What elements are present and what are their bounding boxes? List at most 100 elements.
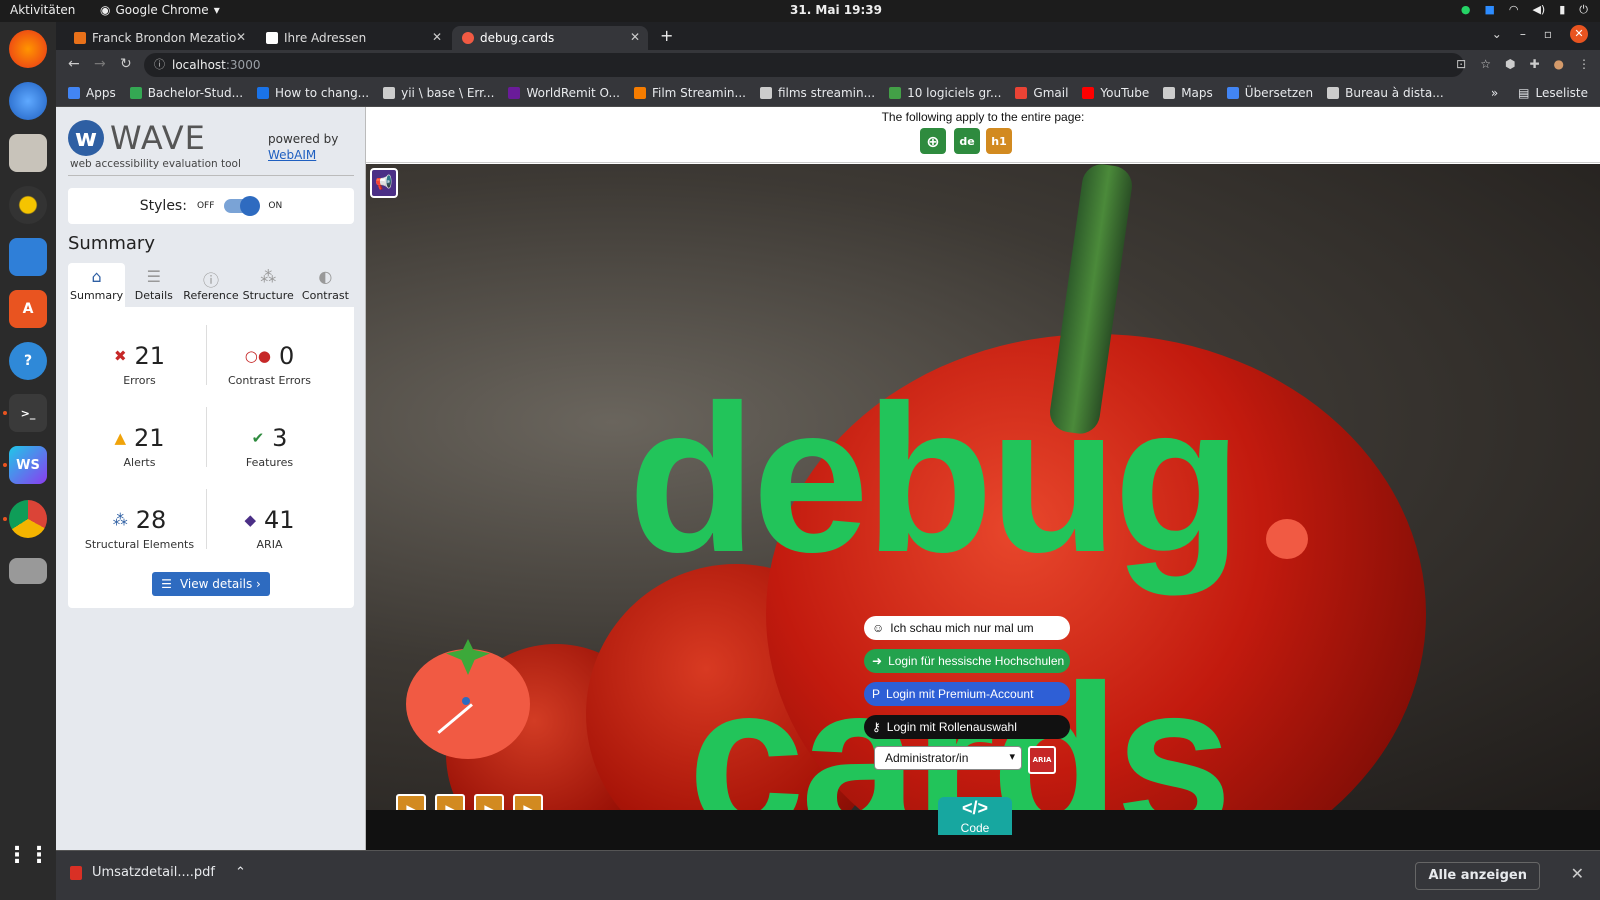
- view-details-button[interactable]: ☰ View details ›: [152, 572, 270, 596]
- tab-contrast[interactable]: ◐ Contrast: [297, 263, 354, 307]
- bookmark-item[interactable]: Film Streamin...: [633, 86, 746, 100]
- media-alert-icon[interactable]: ▶: [396, 794, 426, 810]
- power-icon[interactable]: ⏻: [1579, 3, 1588, 17]
- terminal-icon[interactable]: >_: [9, 394, 47, 432]
- chrome-dock-icon[interactable]: [9, 500, 47, 538]
- role-select[interactable]: Administrator/in ▾: [874, 746, 1022, 770]
- writer-icon[interactable]: [9, 238, 47, 276]
- volume-icon[interactable]: ◀): [1532, 3, 1545, 17]
- code-button[interactable]: </> Code: [938, 797, 1012, 835]
- media-alert-icon[interactable]: ▶: [513, 794, 543, 810]
- tab-details[interactable]: ☰ Details: [125, 263, 182, 307]
- bookmark-item[interactable]: Bachelor-Stud...: [129, 86, 243, 100]
- stat-contrast-errors[interactable]: ○● 0 Contrast Errors: [198, 342, 341, 387]
- bookmark-item[interactable]: yii \ base \ Err...: [383, 86, 494, 100]
- code-label: Code: [960, 821, 990, 835]
- tab-search-icon[interactable]: ⌄: [1492, 27, 1502, 41]
- bookmark-maps[interactable]: Maps: [1163, 86, 1213, 100]
- styles-toggle[interactable]: [224, 196, 261, 216]
- media-alert-icon[interactable]: ▶: [435, 794, 465, 810]
- bookmark-item[interactable]: WorldRemit O...: [508, 86, 620, 100]
- tomato-icon: [1266, 519, 1308, 559]
- stat-features[interactable]: ✔ 3 Features: [198, 424, 341, 469]
- bookmark-favicon: [257, 87, 270, 99]
- gmail-icon: [1015, 87, 1028, 99]
- tab-strip: Franck Brondon Mezatio ✕ Ihre Adressen ✕…: [56, 22, 1600, 50]
- chevron-up-icon[interactable]: ⌃: [235, 865, 246, 880]
- bookmark-item[interactable]: films streamin...: [759, 86, 875, 100]
- maximize-icon[interactable]: ▫: [1544, 27, 1552, 41]
- bookmark-apps[interactable]: Apps: [68, 86, 116, 100]
- webstorm-icon[interactable]: WS: [9, 446, 47, 484]
- guest-button[interactable]: ☺ Ich schau mich nur mal um: [864, 616, 1070, 640]
- aria-megaphone-icon[interactable]: 📢: [370, 168, 398, 198]
- hessen-login-button[interactable]: ➜ Login für hessische Hochschulen: [864, 649, 1070, 673]
- download-item[interactable]: Umsatzdetail....pdf ⌃: [70, 865, 246, 880]
- activities-button[interactable]: Aktivitäten: [10, 3, 75, 17]
- star-icon[interactable]: ☆: [1480, 57, 1491, 71]
- address-bar[interactable]: ⓘ localhost:3000: [144, 53, 1464, 77]
- whatsapp-icon[interactable]: ●: [1461, 3, 1471, 17]
- language-globe-icon[interactable]: ⊕: [920, 128, 946, 154]
- bookmark-youtube[interactable]: YouTube: [1082, 86, 1149, 100]
- software-center-icon[interactable]: A: [9, 290, 47, 328]
- webaim-link[interactable]: WebAIM: [268, 148, 316, 162]
- close-icon[interactable]: ✕: [432, 30, 442, 44]
- heading-badge[interactable]: h1: [986, 128, 1012, 154]
- media-alert-icon[interactable]: ▶: [474, 794, 504, 810]
- new-tab-button[interactable]: +: [660, 26, 673, 45]
- bookmark-item[interactable]: Bureau à dista...: [1327, 86, 1444, 100]
- tab-adressen[interactable]: Ihre Adressen ✕: [256, 26, 450, 50]
- system-tray[interactable]: ● ■ ◠ ◀) ▮ ⏻: [1461, 3, 1588, 17]
- wifi-icon[interactable]: ◠: [1509, 3, 1519, 17]
- menu-icon[interactable]: ⋮: [1578, 57, 1590, 71]
- stat-alerts[interactable]: ▲ 21 Alerts: [68, 424, 211, 469]
- battery-icon[interactable]: ▮: [1559, 3, 1565, 17]
- overflow-chevron-icon[interactable]: »: [1491, 86, 1498, 100]
- forward-icon[interactable]: →: [94, 56, 106, 72]
- site-info-icon[interactable]: ⓘ: [154, 53, 165, 77]
- tab-debug-cards[interactable]: debug.cards ✕: [452, 26, 648, 50]
- minimize-icon[interactable]: –: [1520, 27, 1526, 41]
- close-icon[interactable]: ✕: [1571, 864, 1584, 883]
- language-badge[interactable]: de: [954, 128, 980, 154]
- bookmark-item[interactable]: How to chang...: [257, 86, 369, 100]
- app-menu[interactable]: ◉ Google Chrome ▾: [100, 3, 220, 17]
- bookmark-translate[interactable]: Übersetzen: [1226, 86, 1313, 100]
- tab-reference[interactable]: ⓘ Reference: [182, 263, 239, 307]
- install-icon[interactable]: ⊡: [1456, 57, 1466, 71]
- chrome-icon: ◉: [100, 3, 111, 17]
- back-icon[interactable]: ←: [68, 56, 80, 72]
- show-all-downloads-button[interactable]: Alle anzeigen: [1415, 862, 1540, 890]
- pdf-icon: [70, 865, 82, 880]
- help-icon[interactable]: ?: [9, 342, 47, 380]
- reading-list[interactable]: » ▤ Leseliste: [1491, 86, 1588, 100]
- close-window-icon[interactable]: ✕: [1570, 25, 1588, 43]
- thunderbird-icon[interactable]: [9, 82, 47, 120]
- rhythmbox-icon[interactable]: [9, 186, 47, 224]
- zoom-icon[interactable]: ■: [1484, 3, 1494, 17]
- role-login-button[interactable]: ⚷ Login mit Rollenauswahl: [864, 715, 1070, 739]
- reload-icon[interactable]: ↻: [120, 56, 132, 72]
- downloads-bar: Umsatzdetail....pdf ⌃ Alle anzeigen ✕: [56, 850, 1600, 900]
- drive-icon[interactable]: [9, 558, 47, 584]
- tab-franck[interactable]: Franck Brondon Mezatio ✕: [64, 26, 254, 50]
- close-icon[interactable]: ✕: [236, 30, 246, 44]
- stat-aria[interactable]: ◆ 41 ARIA: [198, 506, 341, 551]
- puzzle-icon[interactable]: ✚: [1529, 57, 1539, 71]
- extension-icon[interactable]: ⬢: [1505, 57, 1515, 71]
- bookmark-gmail[interactable]: Gmail: [1015, 86, 1068, 100]
- tab-summary[interactable]: ⌂ Summary: [68, 263, 126, 307]
- stat-structural[interactable]: ⁂ 28 Structural Elements: [68, 506, 211, 551]
- tab-structure[interactable]: ⁂ Structure: [240, 263, 297, 307]
- files-icon[interactable]: [9, 134, 47, 172]
- stat-errors[interactable]: ✖ 21 Errors: [68, 342, 211, 387]
- firefox-icon[interactable]: [9, 30, 47, 68]
- avatar[interactable]: ●: [1554, 57, 1564, 71]
- premium-login-button[interactable]: P Login mit Premium-Account: [864, 682, 1070, 706]
- clock[interactable]: 31. Mai 19:39: [790, 3, 882, 17]
- close-icon[interactable]: ✕: [630, 30, 640, 44]
- aria-error-icon[interactable]: ARIA: [1028, 746, 1056, 774]
- show-apps-icon[interactable]: ⋮⋮: [6, 836, 50, 874]
- bookmark-item[interactable]: 10 logiciels gr...: [889, 86, 1001, 100]
